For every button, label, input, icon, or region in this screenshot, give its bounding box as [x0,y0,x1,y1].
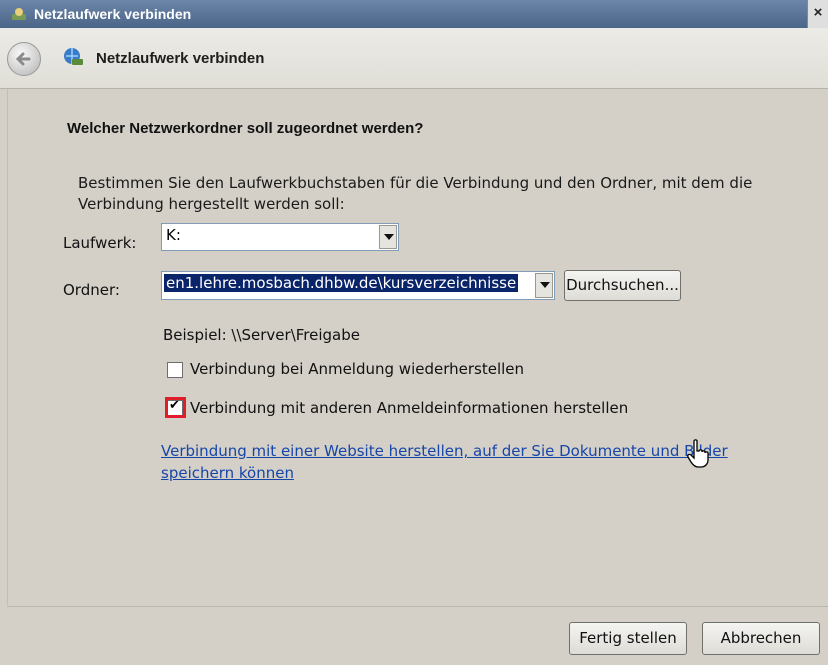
finish-button[interactable]: Fertig stellen [569,622,687,655]
network-drive-icon [64,48,83,65]
website-connect-link[interactable]: Verbindung mit einer Website herstellen,… [161,440,761,484]
cancel-button[interactable]: Abbrechen [702,622,820,655]
folder-input-value: en1.lehre.mosbach.dhbw.de\kursverzeichni… [164,274,519,292]
other-credentials-label[interactable]: Verbindung mit anderen Anmeldeinformatio… [190,399,628,417]
network-drive-icon [12,8,26,20]
back-arrow-icon [15,52,31,66]
wizard-footer: Fertig stellen Abbrechen [7,606,828,665]
wizard-page: Welcher Netzwerkordner soll zugeordnet w… [7,89,828,605]
folder-label: Ordner: [63,281,120,299]
reconnect-label[interactable]: Verbindung bei Anmeldung wiederherstelle… [190,360,524,378]
reconnect-checkbox[interactable] [167,362,183,378]
drive-select[interactable]: K: [161,223,399,251]
hand-cursor-icon [687,439,709,468]
close-icon: × [813,4,823,21]
wizard-heading: Netzlaufwerk verbinden [96,50,265,67]
dropdown-arrow-icon[interactable] [535,273,553,298]
browse-button[interactable]: Durchsuchen... [564,270,681,301]
page-question: Welcher Netzwerkordner soll zugeordnet w… [67,120,424,137]
wizard-header: Netzlaufwerk verbinden [0,28,828,89]
dropdown-arrow-icon[interactable] [379,225,397,249]
back-button[interactable] [7,42,41,76]
example-text: Beispiel: \\Server\Freigabe [163,326,360,344]
window-title: Netzlaufwerk verbinden [34,6,192,22]
highlight-box [165,397,186,418]
close-button[interactable]: × [807,0,828,28]
drive-select-value: K: [166,226,181,244]
folder-input[interactable]: en1.lehre.mosbach.dhbw.de\kursverzeichni… [161,271,555,300]
drive-label: Laufwerk: [63,234,137,252]
title-bar: Netzlaufwerk verbinden × [0,0,828,28]
instruction-text: Bestimmen Sie den Laufwerkbuchstaben für… [78,174,753,213]
